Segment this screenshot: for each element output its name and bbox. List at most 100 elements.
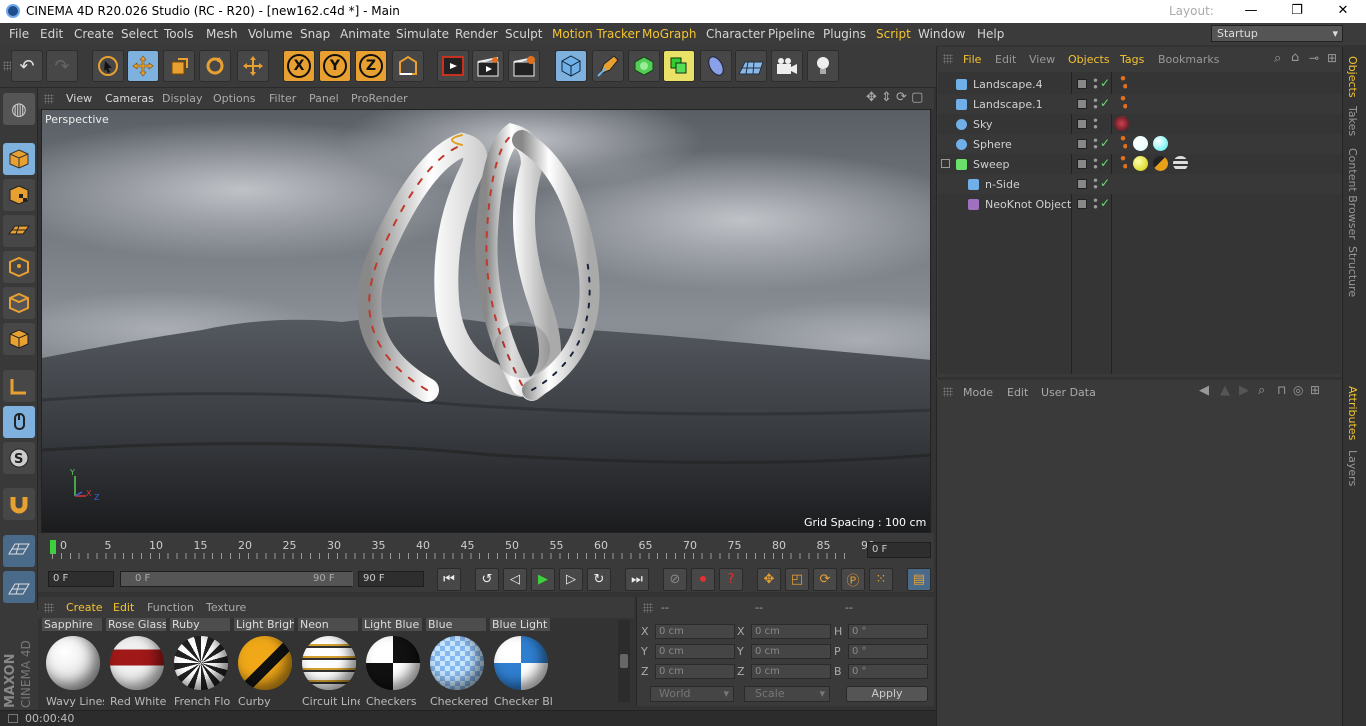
phong-tag-icon[interactable] — [1119, 75, 1127, 91]
visibility-dots-icon[interactable] — [1093, 77, 1098, 90]
sweep-material-tag-icon[interactable] — [1173, 156, 1188, 171]
workplane-lock-icon[interactable] — [3, 535, 35, 567]
visibility-dots-icon[interactable] — [1093, 137, 1098, 150]
tab-attributes[interactable]: Attributes — [1346, 386, 1359, 440]
menu-sculpt[interactable]: Sculpt — [505, 27, 542, 41]
attr-menu-mode[interactable]: Mode — [963, 386, 993, 399]
objects-menu-view[interactable]: View — [1029, 53, 1055, 66]
objects-menu-file[interactable]: File — [963, 53, 981, 66]
menu-pipeline[interactable]: Pipeline — [768, 27, 815, 41]
enabled-check-icon[interactable]: ✓ — [1100, 96, 1110, 110]
attr-menu-user-data[interactable]: User Data — [1041, 386, 1096, 399]
subdivision-surface-icon[interactable] — [628, 50, 660, 82]
material-swatch[interactable]: Light Blue Checkers — [362, 618, 425, 708]
timeline[interactable]: 051015202530354045505560657075808590 0 F — [38, 533, 934, 567]
visibility-dots-icon[interactable] — [1093, 97, 1098, 110]
tweak-mode-icon[interactable] — [3, 406, 35, 438]
frame-range-slider[interactable]: 0 F 90 F — [120, 571, 353, 587]
coord-value-field[interactable]: 0 cm — [655, 624, 735, 639]
object-row[interactable]: NeoKnot Object ✓ — [938, 194, 1341, 214]
floor-icon[interactable] — [735, 50, 767, 82]
close-button[interactable]: ✕ — [1320, 0, 1366, 23]
key-pla-icon[interactable]: ⁙ — [869, 568, 893, 591]
attr-grip[interactable] — [943, 387, 953, 397]
scale-mode-dropdown[interactable]: Scale ▾ — [744, 686, 830, 702]
layer-flag-icon[interactable] — [1077, 79, 1087, 89]
camera-icon[interactable] — [771, 50, 803, 82]
material-swatch[interactable]: Sapphire Wavy Lines — [42, 618, 105, 708]
maximize-button[interactable]: ❐ — [1274, 0, 1320, 23]
viewport-menu-display[interactable]: Display — [162, 92, 203, 105]
expand-toggle-icon[interactable] — [941, 159, 950, 168]
layer-flag-icon[interactable] — [1077, 139, 1087, 149]
snapping-icon[interactable]: S — [3, 442, 35, 474]
object-row[interactable]: Landscape.1 ✓ — [938, 94, 1341, 114]
material-swatch[interactable]: Neon Circuit Line — [298, 618, 361, 708]
lock-icon[interactable]: ⊓ — [1277, 383, 1286, 397]
sphere-material-tag-icon[interactable] — [1133, 136, 1148, 151]
enabled-check-icon[interactable]: ✓ — [1100, 76, 1110, 90]
coordinate-system-icon[interactable] — [392, 50, 424, 82]
polygons-mode-icon[interactable] — [3, 323, 35, 355]
material-menu-create[interactable]: Create — [66, 601, 103, 614]
enabled-check-icon[interactable]: ✓ — [1100, 156, 1110, 170]
search-icon[interactable]: ⌕ — [1274, 51, 1281, 66]
object-name[interactable]: Sphere — [973, 138, 1012, 151]
viewport-menu-panel[interactable]: Panel — [309, 92, 339, 105]
scale-icon[interactable] — [163, 50, 195, 82]
3d-viewport[interactable] — [41, 109, 931, 533]
previous-frame-icon[interactable]: ◁ — [503, 568, 527, 591]
material-scrollbar[interactable] — [618, 620, 630, 702]
workplane-mode-icon[interactable] — [3, 215, 35, 247]
menu-tools[interactable]: Tools — [164, 27, 194, 41]
end-frame-field[interactable]: 90 F — [358, 571, 424, 587]
material-menu-function[interactable]: Function — [147, 601, 194, 614]
light-icon[interactable] — [807, 50, 839, 82]
menu-plugins[interactable]: Plugins — [823, 27, 866, 41]
deformer-icon[interactable] — [700, 50, 732, 82]
undo-icon[interactable]: ↶ — [11, 50, 43, 82]
objects-menu-bookmarks[interactable]: Bookmarks — [1158, 53, 1219, 66]
menu-window[interactable]: Window — [918, 27, 965, 41]
object-row[interactable]: Sphere ✓ — [938, 134, 1341, 154]
object-name[interactable]: NeoKnot Object — [985, 198, 1071, 211]
sweep-material-tag-icon[interactable] — [1133, 156, 1148, 171]
object-name[interactable]: Sweep — [973, 158, 1010, 171]
layer-flag-icon[interactable] — [1077, 179, 1087, 189]
visibility-dots-icon[interactable] — [1093, 197, 1098, 210]
tab-structure[interactable]: Structure — [1346, 246, 1359, 297]
y-axis-lock-button[interactable]: Y — [319, 50, 351, 82]
link-icon[interactable]: ⊸ — [1309, 51, 1319, 65]
sweep-material-tag-icon[interactable] — [1153, 156, 1168, 171]
enabled-check-icon[interactable]: ✓ — [1100, 176, 1110, 190]
array-icon[interactable] — [663, 50, 695, 82]
enable-axis-icon[interactable] — [3, 370, 35, 402]
edges-mode-icon[interactable] — [3, 287, 35, 319]
render-view-icon[interactable] — [437, 50, 469, 82]
key-scale-icon[interactable]: ◰ — [785, 568, 809, 591]
recent-tools-icon[interactable] — [237, 50, 269, 82]
material-grip[interactable] — [44, 603, 54, 613]
menu-volume[interactable]: Volume — [248, 27, 293, 41]
new-window-icon[interactable]: ⊞ — [1327, 51, 1337, 65]
coord-value-field[interactable]: 0 ° — [848, 664, 928, 679]
render-to-picture-viewer-icon[interactable] — [472, 50, 504, 82]
start-frame-field[interactable]: 0 F — [48, 571, 114, 587]
home-icon[interactable]: ⌂ — [1291, 50, 1299, 65]
key-position-icon[interactable]: ✥ — [757, 568, 781, 591]
phong-tag-icon[interactable] — [1119, 155, 1127, 171]
viewport-menu-options[interactable]: Options — [213, 92, 255, 105]
playhead-marker[interactable] — [50, 540, 56, 554]
object-grip[interactable] — [943, 54, 953, 64]
render-settings-icon[interactable] — [508, 50, 540, 82]
objects-menu-objects[interactable]: Objects — [1068, 53, 1110, 66]
tab-content-browser[interactable]: Content Browser — [1346, 148, 1359, 240]
layer-flag-icon[interactable] — [1077, 159, 1087, 169]
play-icon[interactable]: ▶ — [531, 568, 555, 591]
live-selection-icon[interactable] — [92, 50, 124, 82]
cube-icon[interactable] — [555, 50, 587, 82]
layer-flag-icon[interactable] — [1077, 99, 1087, 109]
objects-menu-tags[interactable]: Tags — [1120, 53, 1144, 66]
viewport-menu-prorender[interactable]: ProRender — [351, 92, 408, 105]
object-name[interactable]: Landscape.4 — [973, 78, 1043, 91]
